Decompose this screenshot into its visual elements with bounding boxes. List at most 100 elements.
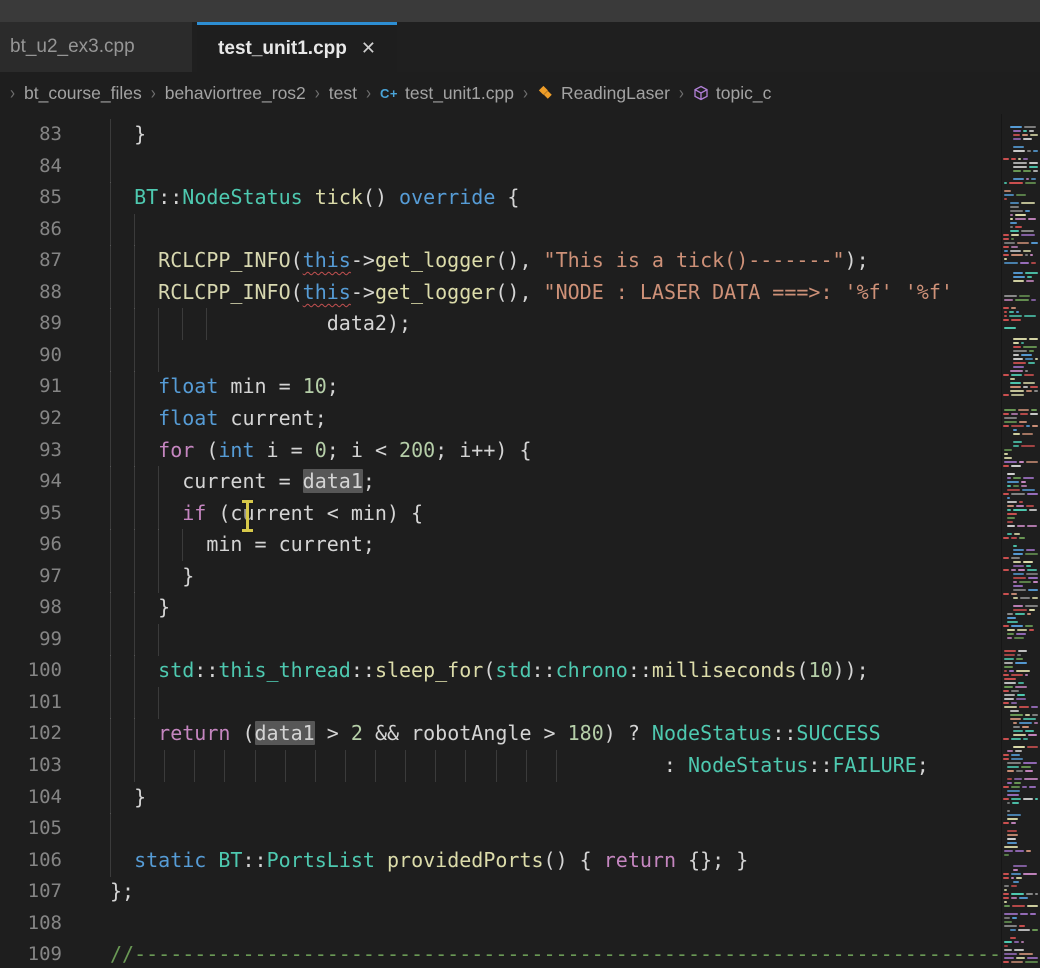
code-line[interactable]: 103 : NodeStatus::FAILURE;	[0, 750, 1002, 782]
minimap-line	[1022, 433, 1033, 435]
minimap-line	[1028, 218, 1036, 220]
code-line[interactable]: 101	[0, 687, 1002, 719]
code-line[interactable]: 85 BT::NodeStatus tick() override {	[0, 182, 1002, 214]
minimap-line	[1016, 877, 1022, 879]
minimap-line	[1027, 493, 1038, 495]
code-line[interactable]: 102 return (data1 > 2 && robotAngle > 18…	[0, 718, 1002, 750]
minimap-line	[1009, 182, 1023, 184]
indent-guide	[110, 151, 111, 183]
tab-bt-u2-ex3[interactable]: bt_u2_ex3.cpp	[0, 22, 192, 72]
code-line[interactable]: 107};	[0, 876, 1002, 908]
minimap-line	[1004, 889, 1007, 891]
minimap-line	[1013, 561, 1021, 563]
minimap-line	[1011, 394, 1024, 396]
minimap-line	[1004, 678, 1016, 680]
code-line[interactable]: 87 RCLCPP_INFO(this->get_logger(), "This…	[0, 245, 1002, 277]
breadcrumb-item-test-unit1-cpp[interactable]: C+test_unit1.cpp	[380, 83, 514, 104]
breadcrumb-item-bt-course-files[interactable]: bt_course_files	[24, 83, 142, 104]
breadcrumb-item-readinglaser[interactable]: ReadingLaser	[537, 83, 670, 104]
minimap-line	[1029, 609, 1035, 611]
minimap-line	[1011, 234, 1019, 236]
code-line[interactable]: 97 }	[0, 561, 1002, 593]
minimap-mark	[1003, 493, 1009, 495]
indent-guide	[158, 687, 159, 719]
minimap-line	[1009, 315, 1022, 317]
minimap-line	[1013, 346, 1021, 348]
code-line[interactable]: 98 }	[0, 592, 1002, 624]
minimap-line	[1010, 929, 1016, 931]
minimap-line	[1021, 481, 1026, 483]
code-line[interactable]: 104 }	[0, 782, 1002, 814]
code-line[interactable]: 92 float current;	[0, 403, 1002, 435]
minimap-line	[1004, 315, 1007, 317]
breadcrumb-item-topic-c[interactable]: topic_c	[693, 83, 771, 104]
minimap-line	[1033, 581, 1038, 583]
minimap-line	[1019, 581, 1031, 583]
code-line[interactable]: 105	[0, 813, 1002, 845]
minimap-line	[1010, 370, 1023, 372]
tab-test-unit1[interactable]: test_unit1.cpp ✕	[197, 22, 397, 72]
minimap-line	[1021, 354, 1032, 356]
minimap-line	[1013, 734, 1026, 736]
code-line[interactable]: 96 min = current;	[0, 529, 1002, 561]
breadcrumb-item-test[interactable]: test	[329, 83, 357, 104]
minimap-line	[1007, 629, 1015, 631]
line-number: 86	[0, 214, 62, 246]
close-icon[interactable]: ✕	[361, 38, 376, 59]
code-line[interactable]: 84	[0, 151, 1002, 183]
chevron-right-icon: ›	[315, 82, 320, 103]
code-line[interactable]: 93 for (int i = 0; i < 200; i++) {	[0, 435, 1002, 467]
minimap-line	[1017, 242, 1029, 244]
minimap-line	[1007, 477, 1011, 479]
minimap-mark	[1003, 238, 1009, 240]
minimap-mark	[1003, 394, 1009, 396]
minimap-line	[1007, 778, 1012, 780]
minimap-line	[1015, 750, 1022, 752]
minimap-line	[1004, 198, 1007, 200]
code-line[interactable]: 106 static BT::PortsList providedPorts()…	[0, 845, 1002, 877]
minimap-line	[1012, 917, 1017, 919]
class-symbol-icon	[537, 86, 554, 101]
breadcrumb-item-behaviortree-ros2[interactable]: behaviortree_ros2	[165, 83, 306, 104]
code-line[interactable]: 95 if (current < min) {	[0, 498, 1002, 530]
minimap-line	[1021, 485, 1027, 487]
code-line[interactable]: 108	[0, 908, 1002, 940]
minimap-line	[1013, 869, 1018, 871]
code-line[interactable]: 89 data2);	[0, 308, 1002, 340]
minimap-line	[1004, 242, 1015, 244]
code-line[interactable]: 90	[0, 340, 1002, 372]
minimap-line	[1025, 553, 1038, 555]
code-line[interactable]: 83 }	[0, 119, 1002, 151]
minimap-line	[1013, 433, 1020, 435]
minimap-line	[1020, 913, 1028, 915]
minimap-line	[1029, 509, 1037, 511]
minimap[interactable]	[1001, 114, 1040, 968]
minimap-line	[1013, 138, 1021, 140]
code-line[interactable]: 88 RCLCPP_INFO(this->get_logger(), "NODE…	[0, 277, 1002, 309]
minimap-line	[1007, 802, 1010, 804]
code-line[interactable]: 91 float min = 10;	[0, 371, 1002, 403]
line-number: 95	[0, 498, 62, 530]
line-number: 92	[0, 403, 62, 435]
minimap-line	[1023, 130, 1027, 132]
code-line[interactable]: 109//-----------------------------------…	[0, 939, 1002, 968]
minimap-line	[1015, 214, 1026, 216]
minimap-line	[1013, 362, 1026, 364]
minimap-line	[1010, 202, 1019, 204]
minimap-line	[1007, 842, 1017, 844]
minimap-line	[1004, 417, 1017, 419]
code-line[interactable]: 100 std::this_thread::sleep_for(std::chr…	[0, 655, 1002, 687]
code-line[interactable]: 94 current = data1;	[0, 466, 1002, 498]
minimap-line	[1029, 162, 1038, 164]
minimap-line	[1013, 134, 1020, 136]
minimap-line	[1013, 609, 1027, 611]
minimap-line	[1013, 358, 1023, 360]
code-line[interactable]: 99	[0, 624, 1002, 656]
minimap-line	[1025, 674, 1028, 676]
code-editor[interactable]: 83 }8485 BT::NodeStatus tick() override …	[0, 114, 1002, 968]
breadcrumb-label: bt_course_files	[24, 83, 142, 104]
minimap-line	[1025, 182, 1036, 184]
minimap-line	[1014, 778, 1022, 780]
code-line[interactable]: 86	[0, 214, 1002, 246]
minimap-line	[1011, 758, 1023, 760]
